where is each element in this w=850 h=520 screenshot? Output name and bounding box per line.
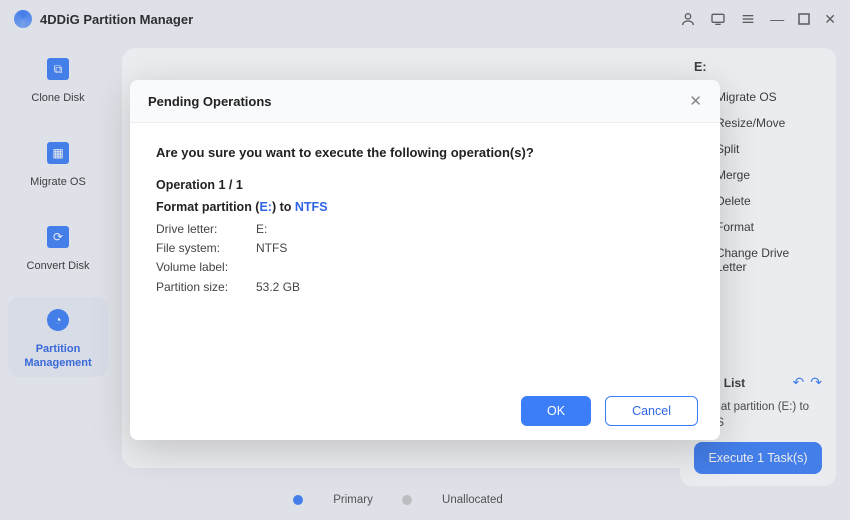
op-row-fs: File system:NTFS bbox=[156, 239, 694, 258]
pending-operations-dialog: Pending Operations ✕ Are you sure you wa… bbox=[130, 80, 720, 440]
cancel-button[interactable]: Cancel bbox=[605, 396, 698, 426]
dialog-body: Are you sure you want to execute the fol… bbox=[130, 123, 720, 382]
operation-counter: Operation 1 / 1 bbox=[156, 178, 694, 192]
modal-overlay: Pending Operations ✕ Are you sure you wa… bbox=[0, 0, 850, 520]
operation-title: Format partition (E:) to NTFS bbox=[156, 200, 694, 214]
ok-button[interactable]: OK bbox=[521, 396, 591, 426]
dialog-title: Pending Operations bbox=[148, 94, 272, 109]
op-row-volume-label: Volume label: bbox=[156, 258, 694, 277]
confirm-question: Are you sure you want to execute the fol… bbox=[156, 145, 694, 160]
close-icon[interactable]: ✕ bbox=[689, 92, 702, 110]
dialog-footer: OK Cancel bbox=[130, 382, 720, 440]
op-row-drive-letter: Drive letter:E: bbox=[156, 220, 694, 239]
op-row-size: Partition size:53.2 GB bbox=[156, 278, 694, 297]
dialog-header: Pending Operations ✕ bbox=[130, 80, 720, 123]
